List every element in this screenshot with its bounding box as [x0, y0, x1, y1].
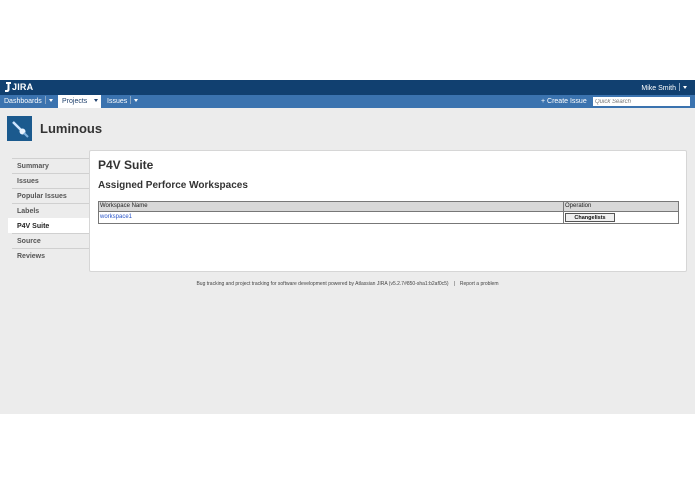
operation-cell: Changelists	[563, 212, 615, 223]
chevron-down-icon[interactable]	[134, 99, 139, 102]
sidebar-item-reviews[interactable]: Reviews	[12, 248, 90, 263]
project-title: Luminous	[40, 121, 103, 136]
logo-text: JIRA	[12, 82, 34, 92]
workspace-link[interactable]: workspace1	[100, 214, 132, 220]
workspace-cell: workspace1	[99, 212, 132, 223]
sidebar-item-issues[interactable]: Issues	[12, 173, 90, 188]
sidebar-item-labels[interactable]: Labels	[12, 203, 90, 218]
header-bar: JIRA Mike Smith	[0, 80, 695, 95]
project-avatar-icon	[7, 116, 32, 141]
report-problem-link[interactable]: Report a problem	[460, 281, 499, 287]
user-name: Mike Smith	[641, 85, 676, 92]
sidebar-item-source[interactable]: Source	[12, 233, 90, 248]
divider	[130, 96, 132, 104]
table-header-row: Workspace Name Operation	[99, 202, 678, 212]
jira-logo[interactable]: JIRA	[5, 82, 33, 92]
column-header-workspace-name: Workspace Name	[100, 203, 148, 209]
nav-projects-label: Projects	[62, 98, 88, 105]
nav-issues[interactable]: Issues	[103, 95, 139, 108]
divider	[44, 96, 46, 104]
chevron-down-icon	[683, 86, 687, 89]
sidebar-item-summary[interactable]: Summary	[12, 158, 90, 173]
user-menu[interactable]: Mike Smith	[641, 83, 687, 92]
footer-separator: |	[453, 281, 455, 287]
nav-bar: Dashboards Projects Issues + Create Issu…	[0, 95, 695, 108]
chevron-down-icon[interactable]	[48, 99, 53, 102]
divider	[90, 96, 92, 104]
table-row: workspace1 Changelists	[99, 212, 678, 223]
content-panel: P4V Suite Assigned Perforce Workspaces W…	[89, 150, 687, 272]
nav-dashboards-label: Dashboards	[4, 98, 42, 105]
divider	[679, 83, 680, 91]
panel-title: P4V Suite	[98, 158, 154, 172]
chevron-down-icon[interactable]	[94, 99, 99, 102]
changelists-button[interactable]: Changelists	[565, 213, 615, 222]
quick-search-input[interactable]	[593, 97, 690, 106]
footer: Bug tracking and project tracking for so…	[0, 281, 695, 287]
nav-projects[interactable]: Projects	[58, 95, 101, 108]
panel-subtitle: Assigned Perforce Workspaces	[98, 180, 248, 191]
footer-text: Bug tracking and project tracking for so…	[196, 281, 449, 287]
column-header-operation: Operation	[563, 202, 592, 211]
nav-issues-label: Issues	[107, 98, 128, 105]
nav-dashboards[interactable]: Dashboards	[0, 95, 55, 108]
sidebar-item-p4v-suite[interactable]: P4V Suite	[8, 218, 90, 233]
create-issue-link[interactable]: + Create Issue	[541, 95, 587, 108]
jira-app: JIRA Mike Smith Dashboards Projects Issu…	[0, 80, 695, 414]
sidebar-item-popular-issues[interactable]: Popular Issues	[12, 188, 90, 203]
project-sidebar: Summary Issues Popular Issues Labels P4V…	[8, 158, 90, 263]
workspaces-table: Workspace Name Operation workspace1 Chan…	[98, 201, 679, 224]
project-avatar	[7, 116, 32, 141]
jira-logo-icon	[5, 82, 11, 92]
